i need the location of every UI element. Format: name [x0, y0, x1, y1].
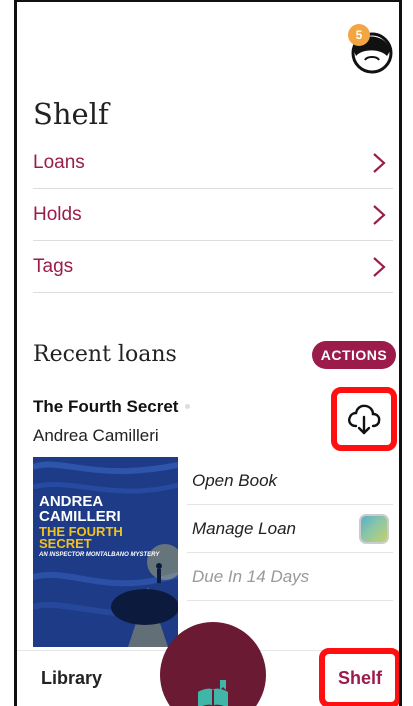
recent-loans-title: Recent loans: [33, 342, 177, 367]
page-title: Shelf: [33, 97, 109, 131]
manage-loan-action[interactable]: Manage Loan: [187, 505, 393, 553]
shelf-nav-list: Loans Holds Tags: [33, 137, 393, 293]
download-button[interactable]: [331, 387, 397, 451]
action-label: Open Book: [192, 470, 278, 490]
device-frame-right: [399, 0, 413, 706]
nav-item-label: Holds: [33, 203, 82, 225]
open-book-fab[interactable]: [160, 622, 266, 706]
nav-item-loans[interactable]: Loans: [33, 137, 393, 189]
actions-button[interactable]: ACTIONS: [312, 341, 396, 369]
notification-badge: 5: [348, 24, 370, 46]
cover-author-text: ANDREA CAMILLERI: [39, 493, 121, 525]
separator-dot: [185, 404, 190, 409]
cover-subtitle-text: AN INSPECTOR MONTALBANO MYSTERY: [39, 552, 160, 558]
book-author[interactable]: Andrea Camilleri: [33, 426, 159, 446]
app-screen: 5 Shelf Loans Holds Tags Recent loans AC…: [17, 2, 399, 706]
tab-shelf-label: Shelf: [337, 667, 382, 688]
loan-color-swatch[interactable]: [359, 513, 389, 544]
action-label: Due In 14 Days: [192, 566, 310, 586]
cloud-download-icon: [348, 404, 381, 435]
chevron-right-icon: [373, 256, 386, 277]
nav-item-label: Loans: [33, 151, 85, 173]
book-title[interactable]: The Fourth Secret: [33, 397, 178, 417]
due-date-status: Due In 14 Days: [187, 553, 393, 601]
open-book-action[interactable]: Open Book: [187, 457, 393, 505]
nav-item-holds[interactable]: Holds: [33, 189, 393, 241]
book-cover[interactable]: ANDREA CAMILLERI THE FOURTH SECRET AN INSP…: [33, 457, 178, 647]
chevron-right-icon: [373, 204, 386, 225]
cover-title-text: THE FOURTH SECRET: [39, 524, 123, 551]
action-label: Manage Loan: [192, 518, 296, 538]
tab-library[interactable]: Library: [41, 668, 102, 689]
nav-item-tags[interactable]: Tags: [33, 241, 393, 293]
nav-item-label: Tags: [33, 255, 74, 277]
book-actions-list: Open Book Manage Loan Due In 14 Days: [187, 457, 393, 601]
device-frame-left: [0, 0, 17, 706]
open-book-icon: [198, 680, 228, 706]
tab-shelf[interactable]: Shelf: [319, 648, 399, 706]
chevron-right-icon: [373, 152, 386, 173]
